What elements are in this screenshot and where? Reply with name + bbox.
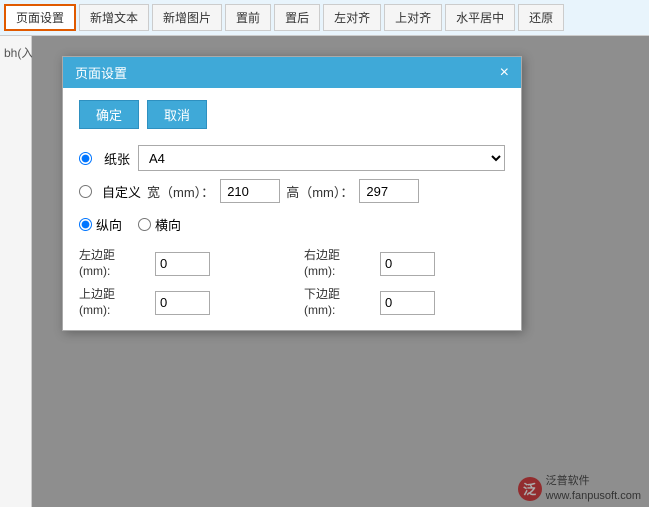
action-row: 确定 取消 (79, 100, 505, 129)
landscape-radio[interactable] (138, 218, 151, 231)
dialog-title-text: 页面设置 (75, 63, 127, 82)
right-margin-item: 右边距(mm): (304, 248, 505, 279)
bottom-margin-label: 下边距(mm): (304, 287, 374, 318)
toolbar-btn-7[interactable]: 水平居中 (445, 4, 515, 31)
height-label: 高（mm）： (286, 182, 353, 201)
paper-section: 纸张 A4 A3 B5 Letter 自定 (79, 145, 505, 203)
paper-select[interactable]: A4 A3 B5 Letter (138, 145, 505, 171)
width-input[interactable]: 210 (220, 179, 280, 203)
top-margin-input[interactable] (155, 291, 210, 315)
bottom-margin-item: 下边距(mm): (304, 287, 505, 318)
main-area: bh(入 页面设置 × 确定 取消 纸张 (0, 36, 649, 507)
height-input[interactable]: 297 (359, 179, 419, 203)
margins-grid: 左边距(mm): 右边距(mm): 上边距(mm): 下边距(mm): (79, 248, 505, 318)
toolbar-btn-1[interactable]: 新增文本 (79, 4, 149, 31)
dialog-title-bar: 页面设置 × (63, 57, 521, 88)
content-area: 页面设置 × 确定 取消 纸张 A4 (32, 36, 649, 507)
cancel-button[interactable]: 取消 (147, 100, 207, 129)
width-label: 宽（mm）： (147, 182, 214, 201)
bottom-margin-input[interactable] (380, 291, 435, 315)
top-margin-label: 上边距(mm): (79, 287, 149, 318)
paper-label: 纸张 (104, 149, 130, 168)
toolbar-btn-3[interactable]: 置前 (225, 4, 271, 31)
left-margin-label: 左边距(mm): (79, 248, 149, 279)
paper-dropdown-wrapper: A4 A3 B5 Letter (138, 145, 505, 171)
dialog-body: 确定 取消 纸张 A4 A3 B5 Letter (63, 88, 521, 330)
portrait-radio[interactable] (79, 218, 92, 231)
confirm-button[interactable]: 确定 (79, 100, 139, 129)
toolbar-btn-4[interactable]: 置后 (274, 4, 320, 31)
right-margin-input[interactable] (380, 252, 435, 276)
paper-radio-row: 纸张 A4 A3 B5 Letter (79, 145, 505, 171)
orientation-row: 纵向 横向 (79, 215, 505, 234)
paper-radio[interactable] (79, 152, 92, 165)
custom-size-row: 自定义 宽（mm）： 210 高（mm）： 297 (79, 179, 505, 203)
left-margin-item: 左边距(mm): (79, 248, 280, 279)
toolbar-btn-6[interactable]: 上对齐 (384, 4, 442, 31)
left-margin-input[interactable] (155, 252, 210, 276)
page-settings-dialog: 页面设置 × 确定 取消 纸张 A4 (62, 56, 522, 331)
left-panel: bh(入 (0, 36, 32, 507)
dialog-close-button[interactable]: × (500, 65, 509, 81)
custom-label: 自定义 (102, 182, 141, 201)
landscape-label[interactable]: 横向 (138, 215, 181, 234)
right-margin-label: 右边距(mm): (304, 248, 374, 279)
toolbar-btn-0[interactable]: 页面设置 (4, 4, 76, 31)
custom-radio[interactable] (79, 185, 92, 198)
top-margin-item: 上边距(mm): (79, 287, 280, 318)
toolbar-btn-8[interactable]: 还原 (518, 4, 564, 31)
portrait-label[interactable]: 纵向 (79, 215, 122, 234)
toolbar: 页面设置新增文本新增图片置前置后左对齐上对齐水平居中还原 (0, 0, 649, 36)
toolbar-btn-5[interactable]: 左对齐 (323, 4, 381, 31)
left-panel-text: bh(入 (4, 46, 33, 60)
toolbar-btn-2[interactable]: 新增图片 (152, 4, 222, 31)
